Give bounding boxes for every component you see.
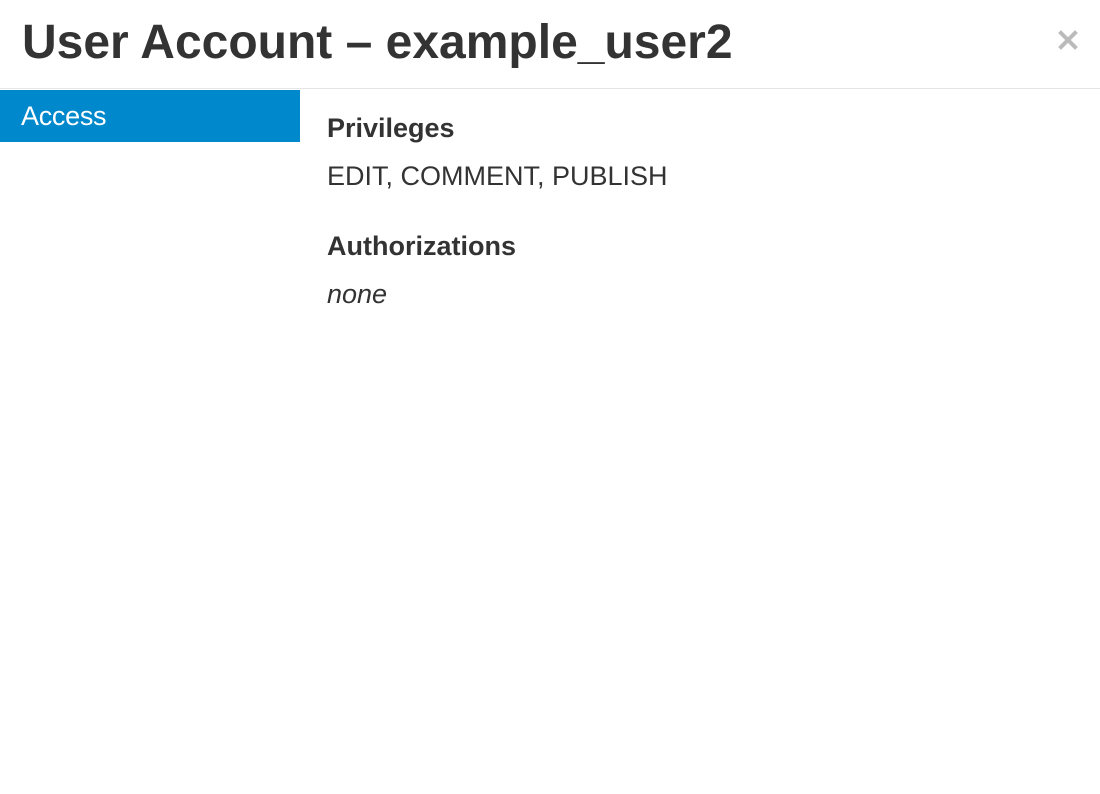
authorizations-heading: Authorizations bbox=[327, 231, 516, 261]
close-icon bbox=[1058, 30, 1078, 50]
user-account-dialog: User Account – example_user2 Access Priv… bbox=[0, 0, 1100, 794]
sidebar: Access bbox=[0, 90, 300, 793]
close-button[interactable] bbox=[1054, 22, 1082, 58]
privileges-heading: Privileges bbox=[327, 113, 455, 143]
sidebar-item-access[interactable]: Access bbox=[0, 90, 300, 142]
authorizations-value: none bbox=[327, 279, 388, 309]
dialog-header: User Account – example_user2 bbox=[0, 0, 1100, 89]
dialog-title: User Account – example_user2 bbox=[22, 16, 733, 69]
privileges-value: EDIT, COMMENT, PUBLISH bbox=[327, 161, 668, 191]
dialog-body: Access Privileges EDIT, COMMENT, PUBLISH… bbox=[0, 89, 1100, 793]
